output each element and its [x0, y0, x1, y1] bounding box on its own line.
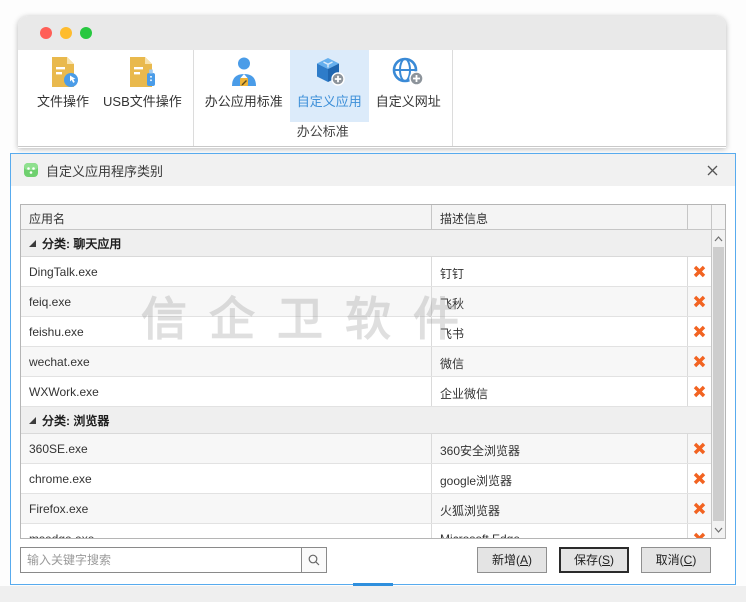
toolbar-group-name [30, 122, 189, 146]
description-cell: 360安全浏览器 [431, 434, 687, 463]
scroll-up-icon[interactable] [712, 231, 725, 246]
description-cell: 火狐浏览器 [431, 494, 687, 523]
zoom-traffic-light[interactable] [80, 27, 92, 39]
scrollbar-thumb[interactable] [713, 247, 724, 521]
custom-url-icon [391, 56, 425, 88]
app-name-cell: feishu.exe [21, 317, 431, 346]
search-box [20, 547, 327, 573]
delete-button[interactable] [687, 257, 711, 286]
app-name-cell: wechat.exe [21, 347, 431, 376]
toolbar-item-label: 办公应用标准 [205, 91, 283, 110]
collapse-triangle-icon [29, 240, 36, 247]
custom-app-dialog: 自定义应用程序类别 应用名描述信息 分类: 聊天应用 DingTalk.exe钉钉… [10, 153, 736, 585]
app-name-cell: Firefox.exe [21, 494, 431, 523]
dialog-titlebar: 自定义应用程序类别 [11, 154, 735, 186]
app-name-cell: msedge.exe [21, 524, 431, 538]
group-label: 分类: 聊天应用 [42, 235, 121, 252]
description-cell: 钉钉 [431, 257, 687, 286]
description-cell: 微信 [431, 347, 687, 376]
toolbar-item-label: USB文件操作 [103, 91, 182, 110]
delete-button[interactable] [687, 377, 711, 406]
toolbar-item-usb-file-operations[interactable]: USB文件操作 [96, 50, 189, 122]
toolbar-item-custom-url[interactable]: 自定义网址 [369, 50, 448, 122]
app-name-cell: feiq.exe [21, 287, 431, 316]
column-header-empty [711, 205, 725, 229]
dialog-title: 自定义应用程序类别 [46, 161, 703, 180]
main-window: 文件操作USB文件操作办公应用标准自定义应用自定义网址办公标准 [18, 16, 726, 148]
table-row[interactable]: msedge.exeMicrosoft Edge [21, 524, 711, 538]
table-row[interactable]: chrome.exegoogle浏览器 [21, 464, 711, 494]
usb-file-operations-icon [125, 56, 159, 88]
cancel-button[interactable]: 取消(C) [641, 547, 711, 573]
search-input[interactable] [21, 548, 301, 572]
toolbar-item-label: 文件操作 [37, 91, 89, 110]
table-row[interactable]: feishu.exe飞书 [21, 317, 711, 347]
close-traffic-light[interactable] [40, 27, 52, 39]
custom-app-icon [312, 56, 346, 88]
toolbar-ribbon: 文件操作USB文件操作办公应用标准自定义应用自定义网址办公标准 [18, 50, 726, 147]
delete-button[interactable] [687, 434, 711, 463]
delete-button[interactable] [687, 287, 711, 316]
collapse-triangle-icon [29, 417, 36, 424]
table-row[interactable]: 360SE.exe360安全浏览器 [21, 434, 711, 464]
table-row[interactable]: feiq.exe飞秋 [21, 287, 711, 317]
column-header-empty [687, 205, 711, 229]
desktop-background [0, 586, 746, 602]
toolbar-group-divider [193, 50, 194, 146]
app-name-cell: 360SE.exe [21, 434, 431, 463]
save-button[interactable]: 保存(S) [559, 547, 629, 573]
minimize-traffic-light[interactable] [60, 27, 72, 39]
dialog-footer: 新增(A) 保存(S) 取消(C) [20, 547, 711, 573]
toolbar-group-name: 办公标准 [198, 122, 448, 146]
description-cell: 飞书 [431, 317, 687, 346]
column-header: 描述信息 [431, 205, 687, 229]
app-table: 应用名描述信息 分类: 聊天应用 DingTalk.exe钉钉feiq.exe飞秋… [20, 204, 726, 539]
toolbar-group-divider [452, 50, 453, 146]
window-titlebar [18, 16, 726, 50]
column-header: 应用名 [21, 205, 431, 229]
table-row[interactable]: DingTalk.exe钉钉 [21, 257, 711, 287]
dialog-app-icon [23, 162, 39, 178]
table-scrollbar[interactable] [711, 230, 725, 538]
add-button[interactable]: 新增(A) [477, 547, 547, 573]
group-header-row[interactable]: 分类: 浏览器 [21, 407, 711, 434]
toolbar-group: 文件操作 USB文件操作 [30, 50, 189, 146]
table-header: 应用名描述信息 [21, 205, 725, 230]
toolbar-item-label: 自定义网址 [376, 91, 441, 110]
toolbar-item-custom-app[interactable]: 自定义应用 [290, 50, 369, 122]
description-cell: google浏览器 [431, 464, 687, 493]
scroll-down-icon[interactable] [712, 522, 725, 537]
toolbar-item-office-app-standard[interactable]: 办公应用标准 [198, 50, 290, 122]
group-label: 分类: 浏览器 [42, 412, 109, 429]
delete-button[interactable] [687, 524, 711, 538]
table-row[interactable]: Firefox.exe火狐浏览器 [21, 494, 711, 524]
delete-button[interactable] [687, 464, 711, 493]
office-app-standard-icon [227, 56, 261, 88]
toolbar-group: 办公应用标准自定义应用自定义网址办公标准 [198, 50, 448, 146]
table-row[interactable]: wechat.exe微信 [21, 347, 711, 377]
toolbar-item-label: 自定义应用 [297, 91, 362, 110]
app-name-cell: WXWork.exe [21, 377, 431, 406]
close-icon[interactable] [703, 161, 721, 179]
app-name-cell: DingTalk.exe [21, 257, 431, 286]
search-icon[interactable] [301, 548, 326, 572]
delete-button[interactable] [687, 317, 711, 346]
delete-button[interactable] [687, 347, 711, 376]
group-header-row[interactable]: 分类: 聊天应用 [21, 230, 711, 257]
description-cell: 飞秋 [431, 287, 687, 316]
description-cell: Microsoft Edge [431, 524, 687, 538]
delete-button[interactable] [687, 494, 711, 523]
app-name-cell: chrome.exe [21, 464, 431, 493]
table-body: 分类: 聊天应用 DingTalk.exe钉钉feiq.exe飞秋feishu.e… [21, 230, 711, 538]
toolbar-item-file-operations[interactable]: 文件操作 [30, 50, 96, 122]
table-row[interactable]: WXWork.exe企业微信 [21, 377, 711, 407]
description-cell: 企业微信 [431, 377, 687, 406]
file-operations-icon [46, 56, 80, 88]
